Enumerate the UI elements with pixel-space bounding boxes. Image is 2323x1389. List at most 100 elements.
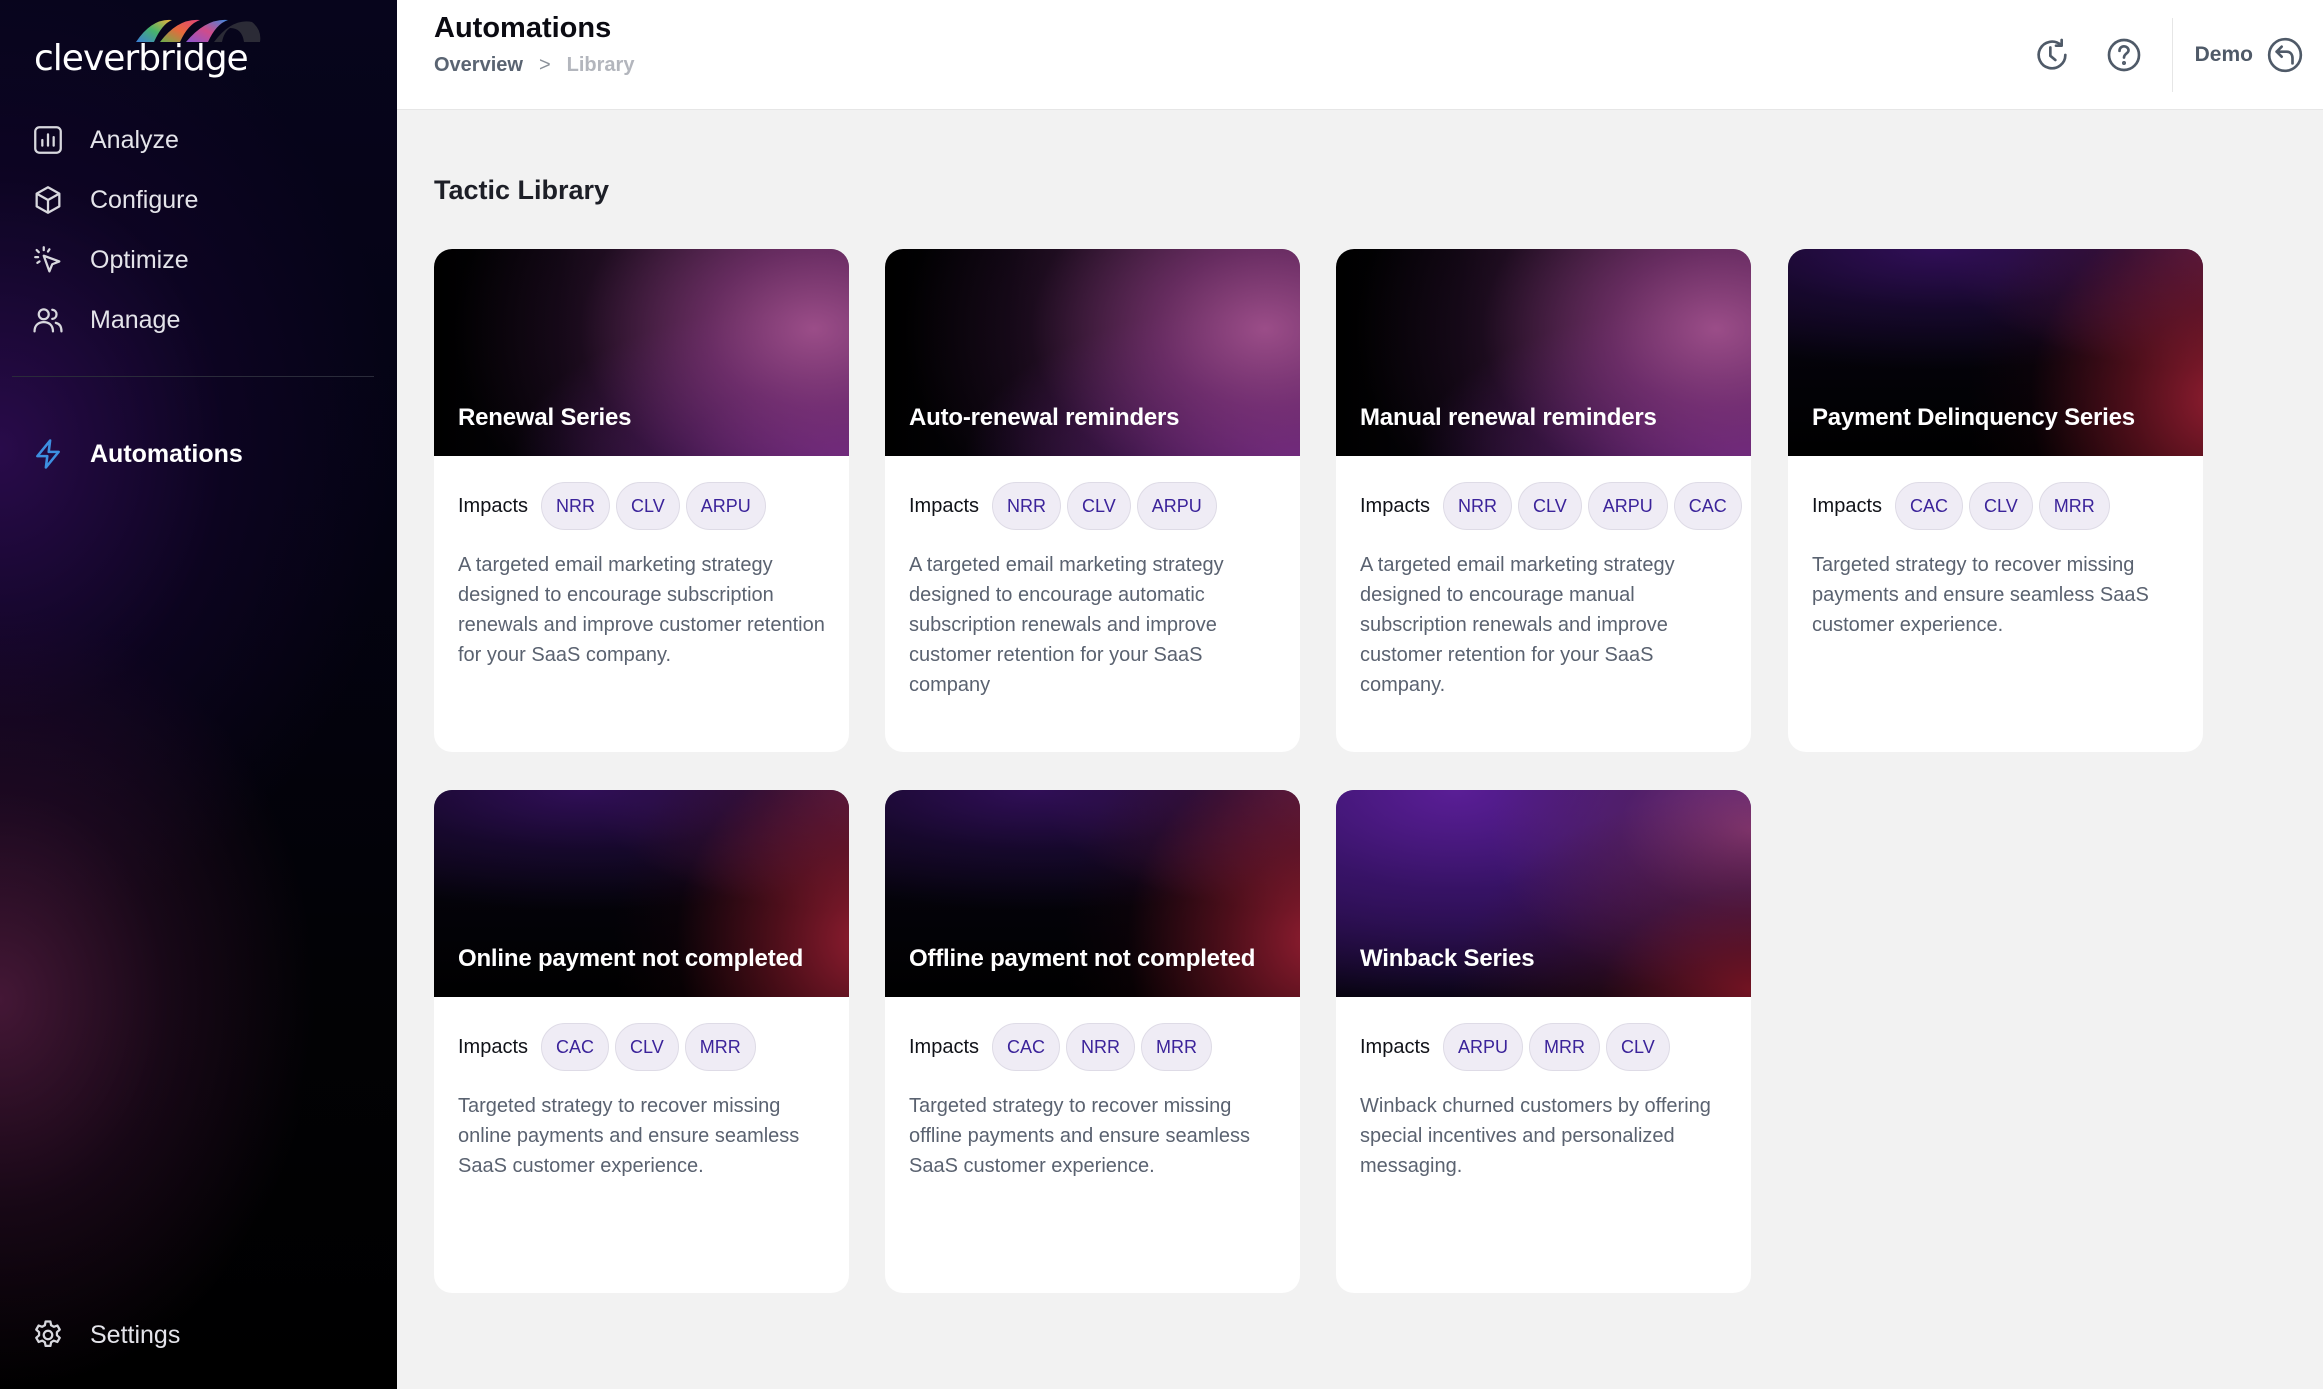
card-title: Payment Delinquency Series bbox=[1812, 404, 2135, 431]
impacts-label: Impacts bbox=[458, 494, 529, 517]
impacts-label: Impacts bbox=[458, 1035, 529, 1058]
impact-chip: CAC bbox=[1673, 482, 1742, 530]
header-divider bbox=[2171, 18, 2173, 92]
card-title: Manual renewal reminders bbox=[1360, 404, 1657, 431]
impact-chip: NRR bbox=[1443, 482, 1513, 530]
brand-name: cleverbridge bbox=[34, 38, 249, 79]
impact-chip: CLV bbox=[615, 1023, 679, 1071]
cleverbridge-logo[interactable]: cleverbridge bbox=[34, 18, 261, 82]
tactic-card[interactable]: Manual renewal reminders Impacts NRR CLV ARP… bbox=[1336, 249, 1751, 752]
impact-chip: ARPU bbox=[685, 482, 766, 530]
header-actions: Demo bbox=[2030, 0, 2323, 110]
tactic-card[interactable]: Payment Delinquency Series Impacts CAC CLV M… bbox=[1788, 249, 2203, 752]
cursor-click-icon bbox=[30, 242, 66, 278]
users-icon bbox=[30, 302, 66, 338]
impacts-row: Impacts ARPU MRR CLV bbox=[1360, 1023, 1727, 1071]
impacts-row: Impacts CAC NRR MRR bbox=[909, 1023, 1276, 1071]
card-hero-image: Renewal Series bbox=[434, 249, 849, 456]
card-hero-image: Manual renewal reminders bbox=[1336, 249, 1751, 456]
card-body: Impacts NRR CLV ARPU A targeted email market… bbox=[434, 456, 849, 670]
card-description: Targeted strategy to recover missing off… bbox=[909, 1095, 1250, 1177]
card-body: Impacts ARPU MRR CLV Winback churned custome… bbox=[1336, 997, 1751, 1181]
sidebar-item-settings[interactable]: Settings bbox=[30, 1313, 180, 1357]
card-body: Impacts CAC NRR MRR Targeted strategy to rec… bbox=[885, 997, 1300, 1181]
tactic-card[interactable]: Winback Series Impacts ARPU MRR CLV Winback c… bbox=[1336, 790, 1751, 1293]
card-title: Offline payment not completed bbox=[909, 945, 1256, 972]
impact-chip: CLV bbox=[1518, 482, 1582, 530]
impact-chip: NRR bbox=[541, 482, 611, 530]
impact-chip: MRR bbox=[1141, 1023, 1213, 1071]
impact-chip: CAC bbox=[992, 1023, 1061, 1071]
impact-chip: MRR bbox=[684, 1023, 756, 1071]
sidebar-divider bbox=[12, 376, 374, 377]
card-title: Renewal Series bbox=[458, 404, 632, 431]
sidebar-item-analyze[interactable]: Analyze bbox=[30, 118, 179, 162]
section-title: Tactic Library bbox=[434, 175, 610, 205]
cube-icon bbox=[30, 182, 66, 218]
card-title: Winback Series bbox=[1360, 945, 1535, 972]
sidebar-item-manage[interactable]: Manage bbox=[30, 298, 180, 342]
history-icon[interactable] bbox=[2030, 33, 2074, 77]
top-header: Automations Overview > Library Demo bbox=[397, 0, 2323, 110]
impacts-label: Impacts bbox=[1360, 1035, 1431, 1058]
page-title: Automations bbox=[434, 12, 612, 44]
tactic-card[interactable]: Offline payment not completed Impacts CAC N… bbox=[885, 790, 1300, 1293]
impact-chip: CLV bbox=[1606, 1023, 1670, 1071]
sidebar-item-label: Analyze bbox=[90, 125, 179, 154]
card-title: Auto-renewal reminders bbox=[909, 404, 1180, 431]
sidebar-item-configure[interactable]: Configure bbox=[30, 178, 198, 222]
impact-chip: MRR bbox=[2038, 482, 2110, 530]
impacts-row: Impacts NRR CLV ARPU bbox=[458, 482, 825, 530]
card-body: Impacts CAC CLV MRR Targeted strategy to rec… bbox=[434, 997, 849, 1181]
card-description: A targeted email marketing strategy desi… bbox=[458, 554, 825, 666]
impacts-row: Impacts CAC CLV MRR bbox=[458, 1023, 825, 1071]
card-description: A targeted email marketing strategy desi… bbox=[1360, 554, 1675, 696]
undo-arrow-icon[interactable] bbox=[2263, 33, 2307, 77]
impacts-row: Impacts NRR CLV ARPU CAC bbox=[1360, 482, 1742, 530]
card-description: Targeted strategy to recover missing onl… bbox=[458, 1095, 800, 1177]
sidebar-item-label: Settings bbox=[90, 1320, 181, 1349]
impact-chip: NRR bbox=[1066, 1023, 1136, 1071]
card-body: Impacts NRR CLV ARPU A targeted email market… bbox=[885, 456, 1300, 700]
breadcrumb-overview[interactable]: Overview bbox=[434, 54, 523, 77]
tactic-card[interactable]: Auto-renewal reminders Impacts NRR CLV ARPU A… bbox=[885, 249, 1300, 752]
impact-chip: ARPU bbox=[1136, 482, 1217, 530]
sidebar-item-label: Automations bbox=[90, 439, 243, 468]
card-description: A targeted email marketing strategy desi… bbox=[909, 554, 1224, 696]
card-description: Targeted strategy to recover missing pay… bbox=[1812, 554, 2149, 636]
impacts-label: Impacts bbox=[909, 494, 980, 517]
impact-chip: CLV bbox=[616, 482, 680, 530]
card-hero-image: Payment Delinquency Series bbox=[1788, 249, 2203, 456]
tactic-card[interactable]: Online payment not completed Impacts CAC CL… bbox=[434, 790, 849, 1293]
sidebar-item-automations[interactable]: Automations bbox=[30, 432, 243, 476]
card-hero-image: Online payment not completed bbox=[434, 790, 849, 997]
card-description: Winback churned customers by offering sp… bbox=[1360, 1095, 1711, 1177]
impact-chip: ARPU bbox=[1443, 1023, 1524, 1071]
breadcrumb-library: Library bbox=[566, 54, 635, 76]
impact-chip: CAC bbox=[1895, 482, 1964, 530]
user-name[interactable]: Demo bbox=[2195, 43, 2253, 67]
gear-icon bbox=[30, 1317, 66, 1353]
sidebar-item-optimize[interactable]: Optimize bbox=[30, 238, 189, 282]
card-hero-image: Auto-renewal reminders bbox=[885, 249, 1300, 456]
impact-chip: ARPU bbox=[1587, 482, 1668, 530]
tactic-card[interactable]: Renewal Series Impacts NRR CLV ARPU A targete… bbox=[434, 249, 849, 752]
help-icon[interactable] bbox=[2102, 33, 2146, 77]
sidebar-item-label: Configure bbox=[90, 185, 199, 214]
breadcrumb-separator: > bbox=[538, 54, 551, 76]
impact-chip: CLV bbox=[1067, 482, 1131, 530]
lightning-icon bbox=[30, 436, 66, 472]
card-hero-image: Winback Series bbox=[1336, 790, 1751, 997]
bar-chart-icon bbox=[30, 122, 66, 158]
impacts-row: Impacts CAC CLV MRR bbox=[1812, 482, 2179, 530]
sidebar: cleverbridge Analyze Configure Optimize … bbox=[0, 0, 397, 1389]
impacts-label: Impacts bbox=[1360, 494, 1431, 517]
impact-chip: MRR bbox=[1529, 1023, 1601, 1071]
impact-chip: NRR bbox=[992, 482, 1062, 530]
card-body: Impacts NRR CLV ARPU CAC A targeted email mar… bbox=[1336, 456, 1751, 700]
sidebar-item-label: Manage bbox=[90, 305, 181, 334]
card-hero-image: Offline payment not completed bbox=[885, 790, 1300, 997]
impacts-label: Impacts bbox=[909, 1035, 980, 1058]
impact-chip: CLV bbox=[1969, 482, 2033, 530]
breadcrumb: Overview > Library bbox=[434, 54, 634, 77]
